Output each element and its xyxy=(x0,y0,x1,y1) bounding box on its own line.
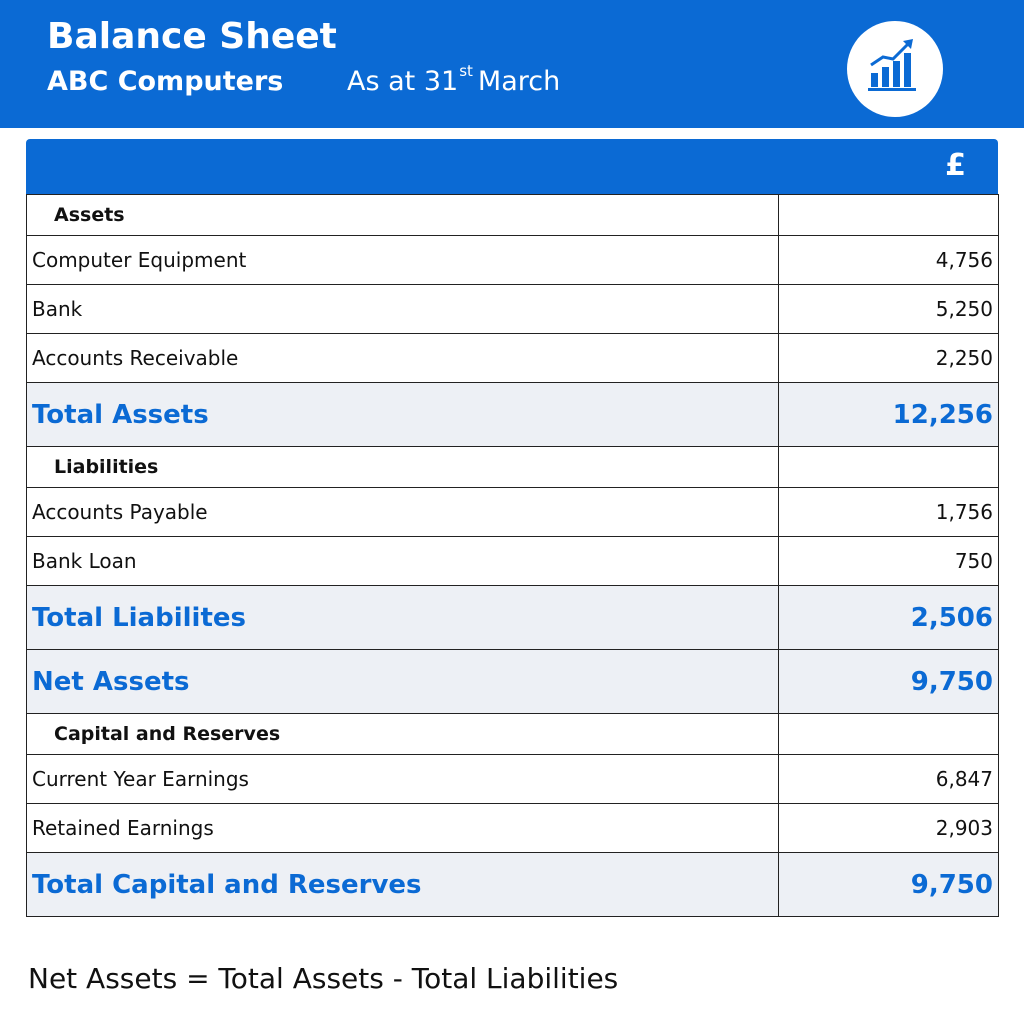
table-row: Computer Equipment 4,756 xyxy=(26,235,999,285)
row-label: Retained Earnings xyxy=(26,803,779,853)
table-row: Bank Loan 750 xyxy=(26,536,999,586)
company-name: ABC Computers xyxy=(47,66,284,97)
total-row-capital: Total Capital and Reserves 9,750 xyxy=(26,852,999,917)
logo-badge xyxy=(847,21,943,117)
row-amount: 6,847 xyxy=(778,754,999,804)
row-label: Computer Equipment xyxy=(26,235,779,285)
date-month: March xyxy=(477,66,561,97)
date-prefix: As at 31 xyxy=(347,66,459,97)
section-heading: Assets xyxy=(26,194,779,236)
table-row: Retained Earnings 2,903 xyxy=(26,803,999,853)
section-row-assets: Assets xyxy=(26,194,999,236)
report-date: As at 31st March xyxy=(347,62,561,97)
formula-note: Net Assets = Total Assets - Total Liabil… xyxy=(28,962,619,995)
currency-header: £ xyxy=(945,148,966,183)
row-label: Current Year Earnings xyxy=(26,754,779,804)
date-suffix: st xyxy=(459,62,473,80)
balance-sheet-table: £ Assets Computer Equipment 4,756 Bank 5… xyxy=(26,139,999,917)
empty-cell xyxy=(778,713,999,755)
total-row-assets: Total Assets 12,256 xyxy=(26,382,999,447)
page-title: Balance Sheet xyxy=(47,16,337,57)
row-amount: 2,250 xyxy=(778,333,999,383)
empty-cell xyxy=(778,446,999,488)
total-label: Net Assets xyxy=(26,649,779,714)
total-label: Total Capital and Reserves xyxy=(26,852,779,917)
total-amount: 12,256 xyxy=(778,382,999,447)
row-label: Bank Loan xyxy=(26,536,779,586)
table-row: Bank 5,250 xyxy=(26,284,999,334)
table-row: Accounts Receivable 2,250 xyxy=(26,333,999,383)
empty-cell xyxy=(778,194,999,236)
row-amount: 1,756 xyxy=(778,487,999,537)
total-amount: 9,750 xyxy=(778,649,999,714)
total-row-liabilities: Total Liabilites 2,506 xyxy=(26,585,999,650)
section-heading: Capital and Reserves xyxy=(26,713,779,755)
section-row-capital: Capital and Reserves xyxy=(26,713,999,755)
section-heading: Liabilities xyxy=(26,446,779,488)
row-amount: 4,756 xyxy=(778,235,999,285)
total-amount: 9,750 xyxy=(778,852,999,917)
table-header-bar: £ xyxy=(26,139,998,194)
header-banner: Balance Sheet ABC Computers As at 31st Ma… xyxy=(0,0,1024,128)
section-row-liabilities: Liabilities xyxy=(26,446,999,488)
total-label: Total Liabilites xyxy=(26,585,779,650)
total-row-net-assets: Net Assets 9,750 xyxy=(26,649,999,714)
row-amount: 750 xyxy=(778,536,999,586)
row-label: Accounts Receivable xyxy=(26,333,779,383)
total-label: Total Assets xyxy=(26,382,779,447)
balance-table: Assets Computer Equipment 4,756 Bank 5,2… xyxy=(26,194,999,917)
bar-chart-growth-icon xyxy=(868,39,916,91)
row-amount: 5,250 xyxy=(778,284,999,334)
row-amount: 2,903 xyxy=(778,803,999,853)
row-label: Accounts Payable xyxy=(26,487,779,537)
total-amount: 2,506 xyxy=(778,585,999,650)
table-row: Current Year Earnings 6,847 xyxy=(26,754,999,804)
row-label: Bank xyxy=(26,284,779,334)
table-row: Accounts Payable 1,756 xyxy=(26,487,999,537)
